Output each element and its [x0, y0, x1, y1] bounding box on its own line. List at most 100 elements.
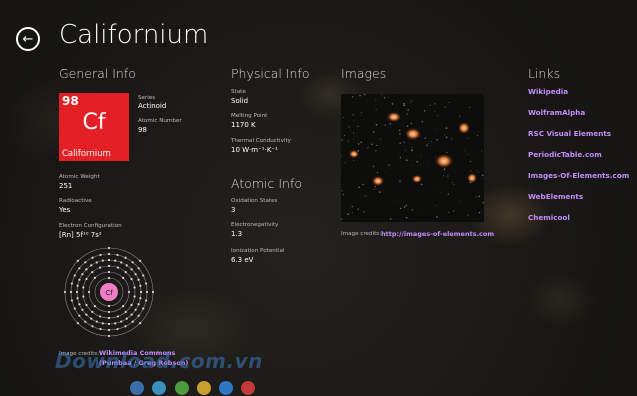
electron: [99, 253, 102, 257]
electron: [99, 315, 102, 318]
element-photo[interactable]: [341, 94, 484, 222]
speck: [372, 165, 375, 168]
state-label: State: [231, 89, 246, 95]
link-periodictable[interactable]: PeriodicTable.com: [528, 150, 602, 159]
speck: [476, 169, 478, 171]
speck: [353, 138, 355, 140]
thermal-conductivity-value: 10 W·m⁻¹·K⁻¹: [231, 146, 278, 154]
speck: [452, 210, 455, 212]
speck: [445, 136, 448, 139]
speck: [387, 97, 389, 98]
speck: [422, 210, 423, 212]
physical-info-heading: Physical Info: [231, 66, 310, 81]
electron: [76, 284, 79, 287]
speck: [380, 138, 381, 140]
speck: [347, 213, 350, 216]
dot-4: [197, 381, 211, 395]
melting-point-value: 1170 K: [231, 121, 256, 129]
speck: [464, 177, 466, 179]
speck: [405, 149, 406, 151]
electron: [76, 259, 79, 262]
speck: [405, 216, 408, 219]
electron: [122, 276, 125, 279]
speck: [375, 99, 377, 102]
electron: [73, 307, 76, 310]
atomic-info-heading: Atomic Info: [231, 176, 303, 191]
electron: [107, 304, 111, 308]
electron: [114, 322, 117, 325]
electron: [130, 277, 133, 281]
speck: [405, 105, 406, 106]
speck: [375, 109, 377, 111]
link-webelements[interactable]: WebElements: [528, 192, 583, 201]
element-tile: 98 Cf Californium: [59, 93, 129, 161]
speck: [405, 159, 408, 161]
oxidation-states-value: 3: [231, 206, 236, 214]
speck: [367, 147, 369, 149]
speck: [478, 171, 479, 173]
electron: [85, 268, 88, 271]
electron: [125, 317, 128, 320]
electron: [75, 290, 79, 294]
speck: [399, 180, 401, 182]
speck: [352, 102, 354, 104]
link-chemicool[interactable]: Chemicool: [528, 213, 570, 222]
link-wikipedia[interactable]: Wikipedia: [528, 87, 568, 96]
speck: [440, 191, 442, 193]
images-of-elements-credit-link[interactable]: http://images-of-elements.com: [381, 230, 494, 238]
electron: [95, 261, 98, 264]
electron: [130, 303, 133, 307]
dot-6: [241, 381, 255, 395]
speck: [447, 175, 449, 177]
link-wolframalpha[interactable]: WolframAlpha: [528, 108, 585, 117]
speck: [410, 122, 413, 125]
link-rsc-visual-elements[interactable]: RSC Visual Elements: [528, 129, 611, 138]
speck: [357, 125, 359, 128]
electron: [139, 284, 142, 287]
electron: [81, 308, 84, 311]
electron: [107, 258, 111, 262]
speck: [481, 150, 483, 152]
electron: [130, 268, 133, 271]
electron: [139, 297, 142, 300]
speck: [398, 129, 401, 132]
speck: [406, 204, 408, 206]
speck: [388, 164, 390, 166]
speck: [445, 127, 448, 129]
speck: [482, 177, 483, 179]
speck: [352, 114, 354, 116]
speck: [434, 204, 436, 206]
series-value: Actinoid: [138, 102, 167, 110]
speck: [464, 150, 465, 151]
electron: [70, 299, 74, 302]
speck: [447, 193, 449, 195]
link-images-of-elements[interactable]: Images-Of-Elements.com: [528, 171, 629, 180]
electron: [91, 310, 94, 314]
speck: [444, 106, 446, 108]
electron: [91, 270, 94, 274]
electron: [82, 295, 85, 298]
speck: [436, 216, 438, 218]
speck: [467, 214, 469, 216]
speck: [403, 102, 405, 105]
electron: [139, 259, 142, 262]
arrow-left-icon: ←: [22, 31, 34, 47]
electron: [133, 286, 136, 289]
speck: [344, 162, 346, 164]
electron: [78, 278, 81, 281]
dot-3: [175, 381, 189, 395]
electronegativity-value: 1.3: [231, 230, 243, 238]
oxidation-states-label: Oxidation States: [231, 198, 278, 204]
speck: [443, 168, 446, 171]
speck: [443, 175, 444, 177]
radioactive-value: Yes: [59, 206, 71, 214]
speck: [423, 110, 426, 112]
electron: [78, 314, 81, 317]
electron: [90, 264, 93, 267]
electron: [84, 261, 87, 264]
speck: [373, 132, 375, 134]
back-button[interactable]: ←: [16, 27, 40, 51]
speck: [405, 205, 407, 207]
electron: [137, 303, 140, 306]
electron: [131, 261, 134, 264]
